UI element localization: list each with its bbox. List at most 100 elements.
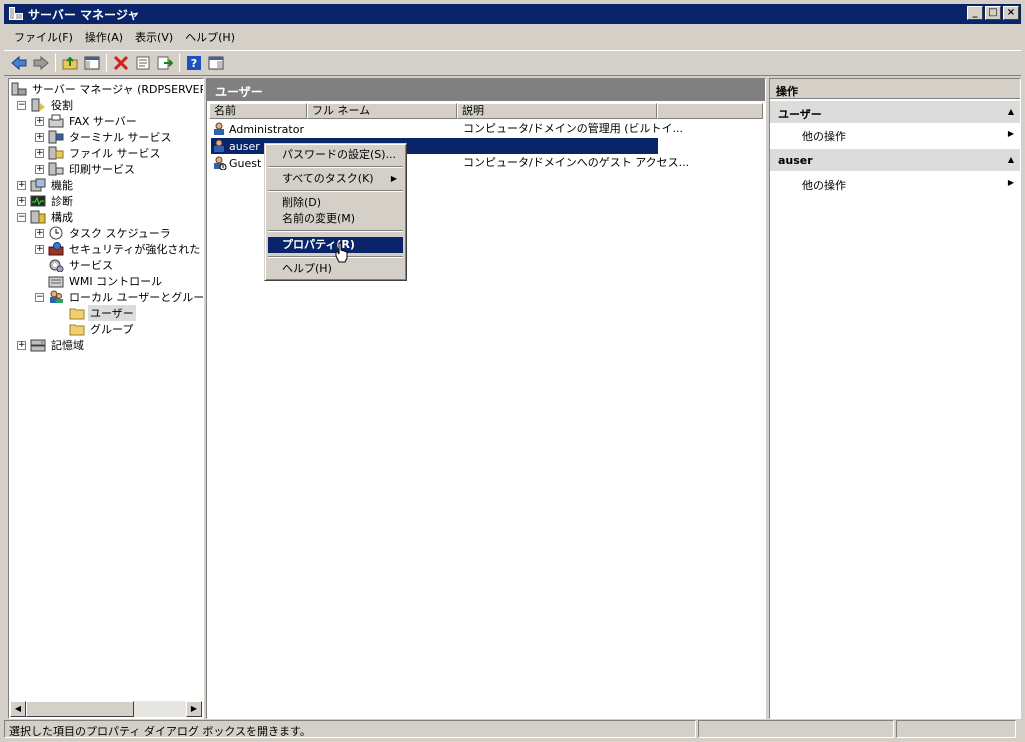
- tree-item-firewall[interactable]: + セキュリティが強化された Wi: [35, 241, 203, 257]
- status-text: 選択した項目のプロパティ ダイアログ ボックスを開きます。: [4, 720, 696, 738]
- results-title: ユーザー: [207, 79, 765, 101]
- clock-icon: [48, 226, 64, 240]
- menu-item-set-password[interactable]: パスワードの設定(S)...: [268, 147, 403, 163]
- actions-title: 操作: [770, 79, 1020, 99]
- folder-icon: [69, 306, 85, 320]
- actions-pane: 操作 ユーザー ▲ 他の操作 ▶ auser ▲ 他の操作 ▶: [769, 78, 1021, 719]
- back-icon[interactable]: [8, 52, 30, 74]
- expand-icon[interactable]: +: [35, 244, 44, 254]
- collapse-icon[interactable]: −: [35, 292, 44, 302]
- submenu-arrow-icon: ▶: [390, 174, 397, 183]
- toolbar-separator: [55, 54, 56, 72]
- menu-help[interactable]: ヘルプ(H): [179, 26, 241, 48]
- tree-item-features[interactable]: + 機能: [17, 177, 75, 193]
- tree-item-diagnostics[interactable]: + 診断: [17, 193, 75, 209]
- collapse-icon[interactable]: −: [17, 100, 26, 110]
- disabled-user-icon: [211, 156, 227, 171]
- maximize-button[interactable]: □: [985, 6, 1001, 20]
- server-manager-icon: [11, 82, 27, 96]
- scroll-left-button[interactable]: ◀: [10, 701, 26, 717]
- toolbar-separator: [106, 54, 107, 72]
- tree-item-storage[interactable]: + 記憶域: [17, 337, 86, 353]
- collapse-caret-icon[interactable]: ▲: [1008, 107, 1014, 116]
- tree-item-groups[interactable]: グループ: [69, 321, 135, 337]
- expand-icon[interactable]: +: [35, 132, 44, 142]
- help-icon[interactable]: ?: [183, 52, 205, 74]
- forward-icon[interactable]: [30, 52, 52, 74]
- list-item-administrator[interactable]: Administrator コンピュータ/ドメインの管理用 (ビルトイ...: [211, 121, 683, 137]
- close-button[interactable]: ×: [1003, 6, 1019, 20]
- wmi-control-icon: [48, 274, 64, 288]
- scroll-thumb[interactable]: [26, 701, 134, 717]
- delete-icon[interactable]: [110, 52, 132, 74]
- menu-separator: [268, 190, 403, 192]
- tree-item-wmi[interactable]: WMI コントロール: [48, 273, 164, 289]
- console-tree[interactable]: サーバー マネージャ (RDPSERVER − 役割 + FAX サーバー + …: [8, 78, 204, 719]
- expand-icon[interactable]: +: [35, 228, 44, 238]
- collapse-caret-icon[interactable]: ▲: [1008, 155, 1014, 164]
- server-manager-window: サーバー マネージャ _ □ × ファイル(F) 操作(A) 表示(V) ヘルプ…: [0, 0, 1025, 742]
- show-action-pane-icon[interactable]: [205, 52, 227, 74]
- submenu-arrow-icon: ▶: [1007, 129, 1014, 138]
- up-folder-icon[interactable]: [59, 52, 81, 74]
- export-list-icon[interactable]: [154, 52, 176, 74]
- minimize-button[interactable]: _: [967, 6, 983, 20]
- print-services-icon: [48, 162, 64, 176]
- tree-item-print[interactable]: + 印刷サービス: [35, 161, 137, 177]
- mouse-cursor-icon: [335, 242, 348, 263]
- tree-item-services[interactable]: サービス: [48, 257, 115, 273]
- properties-icon[interactable]: [132, 52, 154, 74]
- menu-item-rename[interactable]: 名前の変更(M): [268, 211, 403, 227]
- menu-view[interactable]: 表示(V): [129, 26, 179, 48]
- tree-item-users[interactable]: ユーザー: [69, 305, 136, 321]
- menu-bar: ファイル(F) 操作(A) 表示(V) ヘルプ(H): [4, 26, 1021, 48]
- submenu-arrow-icon: ▶: [1007, 178, 1014, 187]
- file-services-icon: [48, 146, 64, 160]
- tree-item-file-services[interactable]: + ファイル サービス: [35, 145, 163, 161]
- expand-icon[interactable]: +: [35, 148, 44, 158]
- column-header-blank: [657, 103, 763, 119]
- column-header-description[interactable]: 説明: [457, 103, 657, 119]
- actions-section-users[interactable]: ユーザー ▲: [770, 101, 1020, 123]
- expand-icon[interactable]: +: [35, 164, 44, 174]
- terminal-services-icon: [48, 130, 64, 144]
- menu-item-delete[interactable]: 削除(D): [268, 195, 403, 211]
- menu-action[interactable]: 操作(A): [79, 26, 129, 48]
- actions-section-auser[interactable]: auser ▲: [770, 149, 1020, 171]
- menu-file[interactable]: ファイル(F): [8, 26, 79, 48]
- firewall-icon: [48, 242, 64, 256]
- action-more-actions-users[interactable]: 他の操作 ▶: [770, 125, 1020, 145]
- storage-icon: [30, 338, 46, 352]
- fax-icon: [48, 114, 64, 128]
- tree-horizontal-scrollbar[interactable]: ◀ ▶: [10, 701, 202, 717]
- tree-item-fax[interactable]: + FAX サーバー: [35, 113, 139, 129]
- column-header-name[interactable]: 名前: [209, 103, 307, 119]
- title-bar: サーバー マネージャ _ □ ×: [4, 4, 1021, 24]
- status-panel-3: [896, 720, 1016, 738]
- svg-text:?: ?: [191, 57, 197, 70]
- column-header-fullname[interactable]: フル ネーム: [307, 103, 457, 119]
- expand-icon[interactable]: +: [35, 116, 44, 126]
- tree-item-root[interactable]: サーバー マネージャ (RDPSERVER: [11, 81, 203, 97]
- tree-item-task-scheduler[interactable]: + タスク スケジューラ: [35, 225, 173, 241]
- show-hide-tree-icon[interactable]: [81, 52, 103, 74]
- tree-item-local-users-groups[interactable]: − ローカル ユーザーとグループ: [35, 289, 203, 305]
- expand-icon[interactable]: +: [17, 180, 26, 190]
- status-panel-2: [698, 720, 894, 738]
- collapse-icon[interactable]: −: [17, 212, 26, 222]
- scroll-right-button[interactable]: ▶: [186, 701, 202, 717]
- tree-item-configuration[interactable]: − 構成: [17, 209, 75, 225]
- action-more-actions-auser[interactable]: 他の操作 ▶: [770, 174, 1020, 194]
- features-icon: [30, 178, 46, 192]
- tree-item-roles[interactable]: − 役割: [17, 97, 75, 113]
- server-manager-icon: [8, 6, 24, 22]
- tree-item-terminal[interactable]: + ターミナル サービス: [35, 129, 174, 145]
- window-title: サーバー マネージャ: [28, 7, 140, 22]
- expand-icon[interactable]: +: [17, 340, 26, 350]
- status-bar: 選択した項目のプロパティ ダイアログ ボックスを開きます。: [4, 720, 1021, 740]
- expand-icon[interactable]: +: [17, 196, 26, 206]
- menu-item-all-tasks[interactable]: すべてのタスク(K) ▶: [268, 171, 403, 187]
- user-icon: [211, 139, 227, 153]
- diagnostics-icon: [30, 194, 46, 208]
- users-groups-icon: [48, 290, 64, 304]
